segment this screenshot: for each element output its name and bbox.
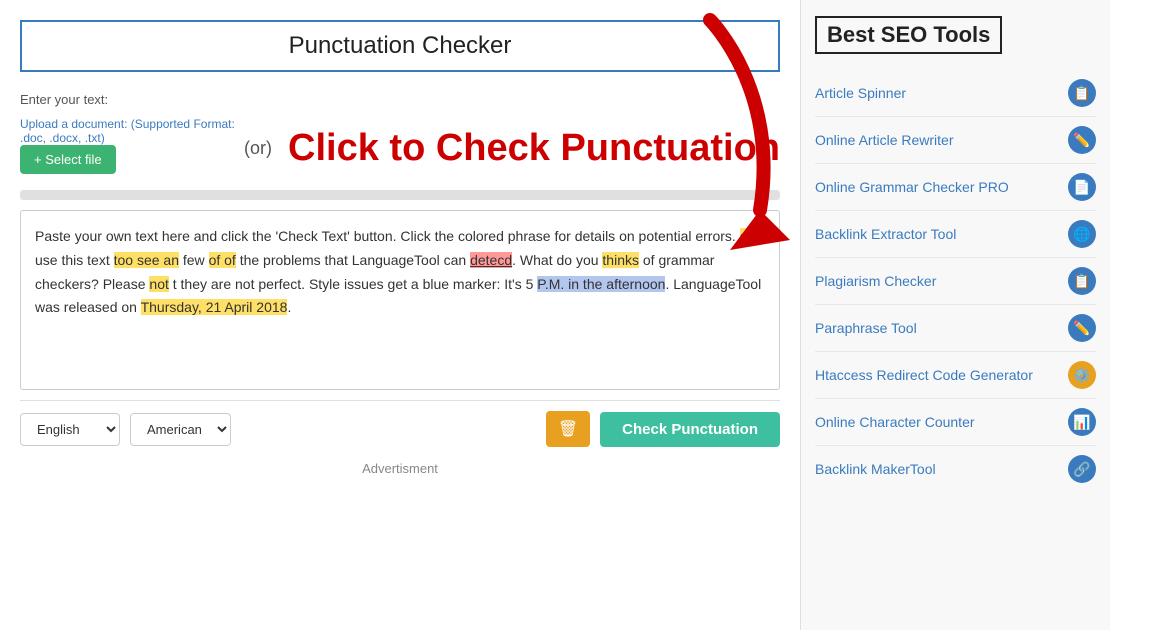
article-spinner-icon: 📋 [1068, 79, 1096, 107]
sidebar: Best SEO Tools Article Spinner 📋 Online … [800, 0, 1110, 630]
plagiarism-checker-link[interactable]: Plagiarism Checker [815, 273, 1060, 289]
htaccess-icon: ⚙️ [1068, 361, 1096, 389]
list-item: Backlink MakerTool 🔗 [815, 446, 1096, 492]
select-file-button[interactable]: + Select file [20, 145, 116, 174]
article-rewriter-link[interactable]: Online Article Rewriter [815, 132, 1060, 148]
list-item: Plagiarism Checker 📋 [815, 258, 1096, 305]
check-punctuation-button[interactable]: Check Punctuation [600, 412, 780, 447]
page-title: Punctuation Checker [20, 20, 780, 72]
backlink-extractor-icon: 🌐 [1068, 220, 1096, 248]
bottom-controls: English German French Spanish American B… [20, 400, 780, 453]
article-spinner-link[interactable]: Article Spinner [815, 85, 1060, 101]
sample-text: Paste your own text here and click the '… [35, 228, 761, 315]
backlink-extractor-link[interactable]: Backlink Extractor Tool [815, 226, 1060, 242]
advertisment-label: Advertisment [20, 453, 780, 484]
clear-button[interactable]: 🗑 [546, 411, 590, 447]
dialect-select[interactable]: American British [130, 413, 231, 446]
text-input-area[interactable]: Paste your own text here and click the '… [20, 210, 780, 390]
list-item: Backlink Extractor Tool 🌐 [815, 211, 1096, 258]
list-item: Online Grammar Checker PRO 📄 [815, 164, 1096, 211]
enter-text-label: Enter your text: [20, 92, 780, 107]
language-select[interactable]: English German French Spanish [20, 413, 120, 446]
htaccess-link[interactable]: Htaccess Redirect Code Generator [815, 367, 1060, 383]
character-counter-icon: 📊 [1068, 408, 1096, 436]
list-item: Article Spinner 📋 [815, 70, 1096, 117]
progress-bar [20, 190, 780, 200]
list-item: Paraphrase Tool ✏️ [815, 305, 1096, 352]
article-rewriter-icon: ✏️ [1068, 126, 1096, 154]
list-item: Htaccess Redirect Code Generator ⚙️ [815, 352, 1096, 399]
grammar-checker-link[interactable]: Online Grammar Checker PRO [815, 179, 1060, 195]
backlink-maker-icon: 🔗 [1068, 455, 1096, 483]
grammar-checker-icon: 📄 [1068, 173, 1096, 201]
upload-label: Upload a document: (Supported Format: .d… [20, 117, 244, 145]
list-item: Online Article Rewriter ✏️ [815, 117, 1096, 164]
sidebar-list: Article Spinner 📋 Online Article Rewrite… [815, 70, 1096, 492]
sidebar-title: Best SEO Tools [815, 16, 1002, 54]
character-counter-link[interactable]: Online Character Counter [815, 414, 1060, 430]
list-item: Online Character Counter 📊 [815, 399, 1096, 446]
paraphrase-tool-icon: ✏️ [1068, 314, 1096, 342]
plagiarism-checker-icon: 📋 [1068, 267, 1096, 295]
paraphrase-tool-link[interactable]: Paraphrase Tool [815, 320, 1060, 336]
backlink-maker-link[interactable]: Backlink MakerTool [815, 461, 1060, 477]
click-to-check-heading: Click to Check Punctuation [288, 127, 780, 170]
or-prefix: (or) [244, 138, 272, 159]
